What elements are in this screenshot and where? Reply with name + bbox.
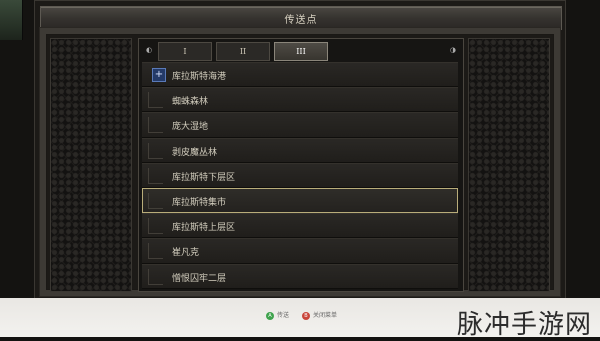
waypoint-label: 库拉斯特集市 bbox=[172, 197, 227, 208]
waypoint-marker-icon bbox=[148, 268, 163, 285]
waypoint-marker-icon bbox=[148, 192, 163, 209]
close-menu-hint[interactable]: B 关闭菜单 bbox=[302, 310, 337, 320]
waypoint-row[interactable]: 剥皮魔丛林 bbox=[142, 137, 458, 163]
waypoint-marker-icon bbox=[148, 218, 163, 235]
waypoint-marker-icon bbox=[148, 117, 163, 134]
teleport-hint[interactable]: A 传送 bbox=[266, 310, 289, 320]
left-decorative-panel bbox=[50, 38, 132, 292]
waypoint-row-selected[interactable]: 库拉斯特集市 bbox=[142, 187, 458, 214]
window-title: 传送点 bbox=[284, 15, 318, 26]
waypoint-row[interactable]: 崔凡克 bbox=[142, 238, 458, 264]
waypoint-row[interactable]: 库拉斯特上层区 bbox=[142, 213, 458, 239]
waypoint-label: 蜘蛛森林 bbox=[172, 97, 209, 108]
waypoint-label: 库拉斯特海港 bbox=[172, 72, 227, 82]
waypoint-label: 库拉斯特下层区 bbox=[172, 172, 236, 183]
waypoint-row[interactable]: 蜘蛛森林 bbox=[142, 87, 458, 113]
b-button-icon: B bbox=[302, 311, 310, 320]
left-bumper-icon: ◐ bbox=[146, 46, 153, 54]
waypoint-label: 库拉斯特上层区 bbox=[172, 223, 236, 234]
waypoint-marker-icon bbox=[148, 142, 163, 159]
waypoint-marker-icon bbox=[148, 167, 163, 184]
waypoint-row[interactable]: + 库拉斯特海港 bbox=[142, 62, 458, 88]
waypoint-marker-icon bbox=[148, 92, 163, 109]
right-bumper-icon: ◑ bbox=[449, 46, 456, 54]
title-bar: 传送点 bbox=[40, 6, 562, 30]
waypoint-row[interactable]: 庞大湿地 bbox=[142, 112, 458, 138]
waypoint-label: 庞大湿地 bbox=[172, 122, 209, 133]
close-menu-hint-label: 关闭菜单 bbox=[313, 312, 338, 319]
waypoint-label: 憎恨囚牢二层 bbox=[172, 273, 227, 284]
waypoint-label: 剥皮魔丛林 bbox=[172, 147, 218, 158]
current-location-icon: + bbox=[152, 68, 166, 82]
act-tabs: ◐ I II III ◑ bbox=[142, 41, 458, 61]
waypoint-row[interactable]: 憎恨囚牢二层 bbox=[142, 263, 458, 289]
waypoint-list: + 库拉斯特海港 蜘蛛森林 庞大湿地 剥皮魔丛林 库拉斯特下层区 库拉斯特集市 … bbox=[142, 62, 458, 289]
right-decorative-panel bbox=[468, 38, 550, 292]
waypoint-row[interactable]: 库拉斯特下层区 bbox=[142, 162, 458, 188]
a-button-icon: A bbox=[266, 311, 274, 320]
teleport-hint-label: 传送 bbox=[277, 312, 290, 319]
tab-act-2[interactable]: II bbox=[216, 42, 270, 61]
top-left-corner-thumbnail bbox=[0, 0, 23, 40]
waypoint-marker-icon bbox=[148, 243, 163, 260]
watermark: 脉冲手游网 bbox=[456, 310, 592, 340]
waypoint-label: 崔凡克 bbox=[172, 248, 200, 259]
tab-act-1[interactable]: I bbox=[158, 42, 212, 61]
tab-act-3[interactable]: III bbox=[274, 42, 328, 61]
